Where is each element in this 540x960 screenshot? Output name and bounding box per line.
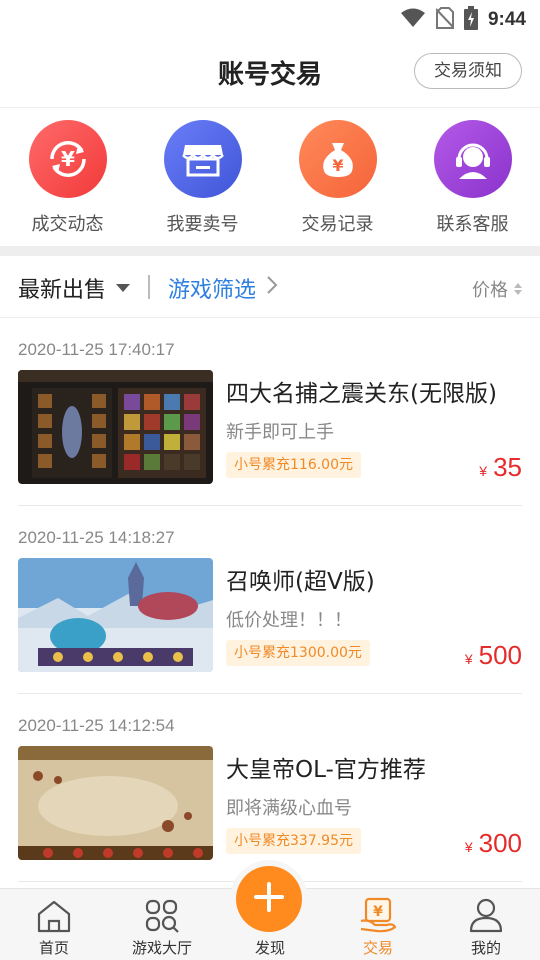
quick-nav-label: 交易记录 <box>301 214 374 235</box>
currency-symbol: ¥ <box>464 839 473 855</box>
tab-label: 交易 <box>362 939 393 957</box>
tab-trade[interactable]: ¥ 交易 <box>324 889 432 960</box>
price-amount: 300 <box>478 828 522 858</box>
yen-refresh-icon: ¥ <box>28 120 107 198</box>
trade-yen-icon: ¥ <box>324 889 432 933</box>
quick-nav-label: 联系客服 <box>436 214 509 235</box>
currency-symbol: ¥ <box>464 651 473 667</box>
user-icon <box>432 889 540 933</box>
game-filter-label: 游戏筛选 <box>168 278 257 303</box>
quick-nav-sell-account[interactable]: 我要卖号 <box>135 108 270 246</box>
listing-game-name: 四大名捕之震关东(无限版) <box>226 381 497 407</box>
quick-nav-customer-service[interactable]: 联系客服 <box>405 108 540 246</box>
listing-time: 2020-11-25 14:18:27 <box>18 528 175 547</box>
recharge-tag: 小号累充337.95元 <box>226 828 361 854</box>
listing-time: 2020-11-25 17:40:17 <box>18 340 175 359</box>
headset-icon <box>433 120 512 198</box>
latest-sale-label: 最新出售 <box>18 278 107 303</box>
battery-charging-icon <box>463 6 478 34</box>
latest-sale-dropdown[interactable]: 最新出售 <box>18 272 131 304</box>
plus-icon <box>252 880 286 918</box>
currency-symbol: ¥ <box>479 463 488 479</box>
game-screenshot-thumbnail <box>18 558 213 672</box>
price-amount: 500 <box>478 640 522 670</box>
tab-game-hall[interactable]: 游戏大厅 <box>108 889 216 960</box>
listing-game-name: 召唤师(超V版) <box>226 569 375 595</box>
listing-item[interactable]: 2020-11-25 14:18:27 召唤师(超V版) 低价处理！！！ 小号累… <box>18 506 522 694</box>
quick-nav-label: 我要卖号 <box>166 214 239 235</box>
tab-label: 我的 <box>470 939 501 957</box>
listing-time: 2020-11-25 14:12:54 <box>18 716 175 735</box>
svg-text:¥: ¥ <box>373 904 383 920</box>
listing-description: 即将满级心血号 <box>226 798 352 819</box>
svg-text:¥: ¥ <box>61 147 75 171</box>
price-sort-label: 价格 <box>472 280 508 301</box>
tab-mine[interactable]: 我的 <box>432 889 540 960</box>
tab-label: 首页 <box>38 939 69 957</box>
discover-plus-button[interactable] <box>236 866 302 932</box>
trade-notice-button[interactable]: 交易须知 <box>414 53 522 89</box>
tab-label: 游戏大厅 <box>131 939 192 957</box>
section-divider <box>0 246 540 256</box>
listing-price: ¥500 <box>465 640 522 671</box>
filter-bar: 最新出售 游戏筛选 价格 <box>0 256 540 318</box>
tab-label: 发现 <box>254 939 285 957</box>
quick-nav-trade-records[interactable]: ¥ 交易记录 <box>270 108 405 246</box>
price-sort[interactable]: 价格 <box>472 276 522 302</box>
sort-arrows-icon <box>514 283 522 295</box>
game-screenshot-thumbnail <box>18 746 213 860</box>
caret-down-icon <box>116 284 131 292</box>
storefront-icon <box>163 120 242 198</box>
listing-item[interactable]: 2020-11-25 14:12:54 大皇帝OL-官方推荐 即将满级心血号 小… <box>18 694 522 882</box>
quick-nav-deal-updates[interactable]: ¥ 成交动态 <box>0 108 135 246</box>
recharge-tag: 小号累充1300.00元 <box>226 640 370 666</box>
quick-nav: ¥ 成交动态 我要卖号 ¥ 交易记录 联系客服 <box>0 108 540 246</box>
money-bag-icon: ¥ <box>298 120 377 198</box>
game-screenshot-thumbnail <box>18 370 213 484</box>
recharge-tag: 小号累充116.00元 <box>226 452 361 478</box>
wifi-icon <box>400 8 426 32</box>
clock: 9:44 <box>487 9 526 30</box>
tab-home[interactable]: 首页 <box>0 889 108 960</box>
svg-text:¥: ¥ <box>332 156 343 175</box>
listing-item[interactable]: 2020-11-25 17:40:17 四大名捕之震关东(无限版) 新手即可上手… <box>18 318 522 506</box>
home-icon <box>0 889 108 933</box>
filter-separator <box>148 275 150 299</box>
listing-description: 新手即可上手 <box>226 422 334 443</box>
game-filter-link[interactable]: 游戏筛选 <box>168 272 278 304</box>
status-bar: 9:44 <box>0 0 540 36</box>
header: 账号交易 交易须知 <box>0 36 540 108</box>
chevron-right-icon <box>266 275 278 301</box>
listing-game-name: 大皇帝OL-官方推荐 <box>226 757 426 783</box>
listing-price: ¥35 <box>479 452 522 483</box>
listing-price: ¥300 <box>465 828 522 859</box>
listing-description: 低价处理！！！ <box>226 610 352 631</box>
quick-nav-label: 成交动态 <box>31 214 104 235</box>
price-amount: 35 <box>493 452 522 482</box>
no-sim-icon <box>435 7 455 33</box>
grid-search-icon <box>108 889 216 933</box>
